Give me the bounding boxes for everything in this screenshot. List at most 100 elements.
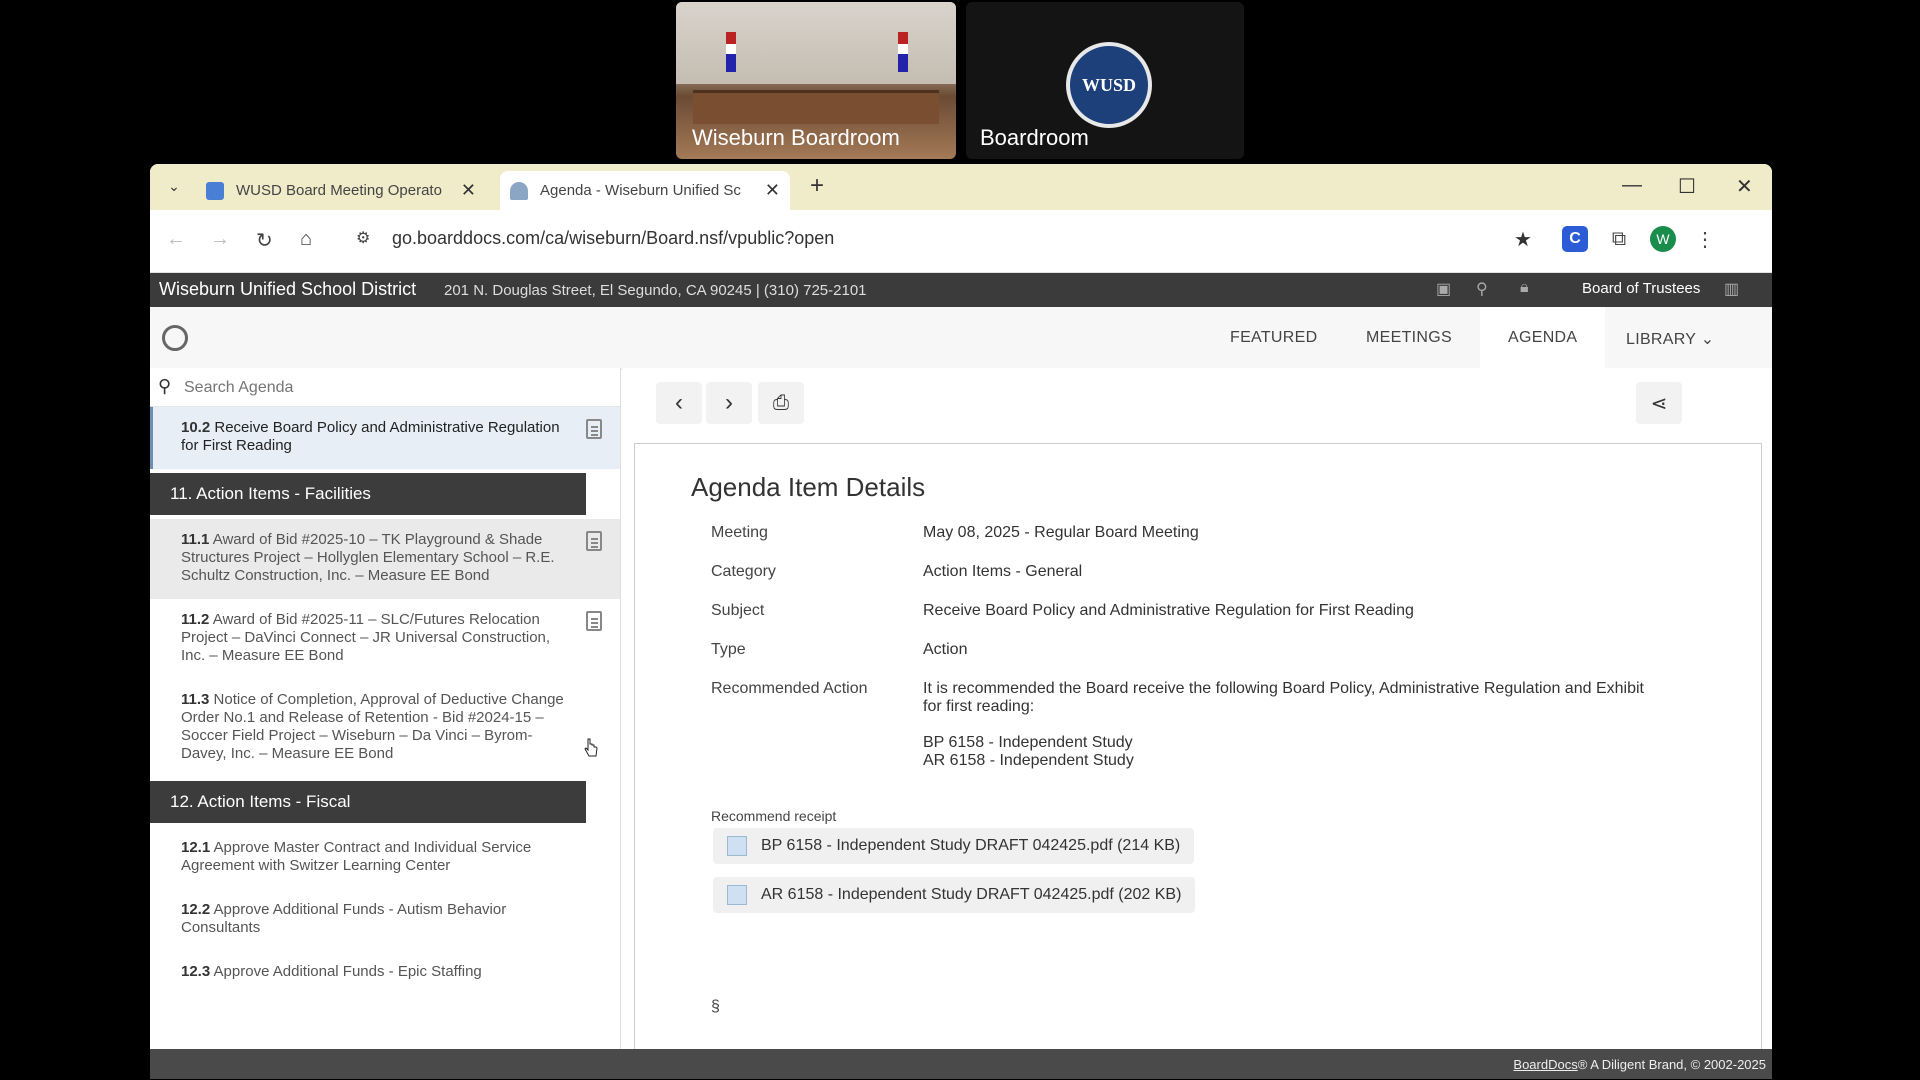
item-text: Approve Additional Funds - Autism Behavi… <box>181 901 507 936</box>
video-tile-boardroom[interactable]: WUSD Boardroom <box>966 2 1244 159</box>
extension-c-icon[interactable]: C <box>1562 226 1588 252</box>
site-header: Wiseburn Unified School District 201 N. … <box>150 273 1772 307</box>
subject-value: Receive Board Policy and Administrative … <box>923 602 1414 619</box>
recommended-action-value: It is recommended the Board receive the … <box>923 680 1644 715</box>
new-tab-icon[interactable]: + <box>810 172 824 200</box>
tile-label: Wiseburn Boardroom <box>692 125 900 150</box>
item-number: 11.1 <box>181 531 210 548</box>
agenda-item-details-panel: Agenda Item Details Meeting May 08, 2025… <box>634 443 1762 1049</box>
pdf-file-icon <box>727 885 747 905</box>
recommend-receipt-label: Recommend receipt <box>711 808 837 824</box>
share-icon[interactable]: ⋖ <box>1636 382 1682 424</box>
tile-label: Boardroom <box>980 125 1089 150</box>
url-field[interactable]: go.boarddocs.com/ca/wiseburn/Board.nsf/v… <box>392 228 834 249</box>
content-toolbar: ‹ › ⎙ ⋖ <box>622 368 1772 443</box>
attachment-bp-6158[interactable]: BP 6158 - Independent Study DRAFT 042425… <box>713 828 1195 864</box>
item-text: Receive Board Policy and Administrative … <box>181 419 560 454</box>
flag-image <box>726 32 736 72</box>
subject-label: Subject <box>711 602 765 619</box>
close-icon[interactable]: ✕ <box>461 180 476 201</box>
agenda-sidebar: ⚲ 10.2 Receive Board Policy and Administ… <box>150 368 621 1049</box>
type-label: Type <box>711 641 746 658</box>
tab-agenda[interactable]: Agenda - Wiseburn Unified Sc ✕ <box>500 171 790 210</box>
chevron-down-icon: ⌄ <box>1700 331 1715 348</box>
nav-library[interactable]: LIBRARY ⌄ <box>1626 329 1714 349</box>
close-window-icon[interactable]: ✕ <box>1736 174 1753 199</box>
minimize-icon[interactable]: — <box>1622 174 1642 197</box>
category-label: Category <box>711 563 776 580</box>
document-icon[interactable] <box>586 611 602 631</box>
meeting-label: Meeting <box>711 524 768 541</box>
item-text: Award of Bid #2025-10 – TK Playground & … <box>181 531 555 584</box>
address-toolbar: ← → ↻ ⌂ ⚙ go.boarddocs.com/ca/wiseburn/B… <box>150 210 1772 273</box>
category-value: Action Items - General <box>923 563 1083 580</box>
ar-line: AR 6158 - Independent Study <box>923 752 1134 769</box>
section-header-facilities[interactable]: 11. Action Items - Facilities <box>150 473 586 515</box>
item-text: Notice of Completion, Approval of Deduct… <box>181 691 564 762</box>
document-icon[interactable] <box>586 419 602 439</box>
boarddocs-logo-icon[interactable] <box>162 325 188 351</box>
docs-icon <box>206 181 224 200</box>
menu-kebab-icon[interactable]: ⋮ <box>1692 226 1718 252</box>
agenda-item-10-2[interactable]: 10.2 Receive Board Policy and Administra… <box>150 407 620 469</box>
attachment-ar-6158[interactable]: AR 6158 - Independent Study DRAFT 042425… <box>713 877 1196 913</box>
agenda-item-12-3[interactable]: 12.3 Approve Additional Funds - Epic Sta… <box>150 951 620 995</box>
district-name[interactable]: Wiseburn Unified School District <box>159 279 416 300</box>
home-icon[interactable]: ▣ <box>1436 279 1451 299</box>
item-text: Award of Bid #2025-11 – SLC/Futures Relo… <box>181 611 551 664</box>
section-mark: § <box>711 998 720 1015</box>
search-input[interactable] <box>182 374 586 402</box>
reload-icon[interactable]: ↻ <box>256 228 273 253</box>
forward-icon[interactable]: → <box>210 228 230 251</box>
nav-agenda[interactable]: AGENDA <box>1480 307 1606 369</box>
wusd-logo: WUSD <box>1066 42 1152 128</box>
site-info-icon[interactable]: ⚙ <box>356 228 370 248</box>
profile-avatar[interactable]: W <box>1650 226 1676 252</box>
recommended-action-label: Recommended Action <box>711 680 868 697</box>
extensions-puzzle-icon[interactable]: ⧉ <box>1606 226 1632 252</box>
item-number: 10.2 <box>181 419 211 436</box>
tab-search-chevron-icon[interactable]: ⌄ <box>162 174 186 198</box>
nav-featured[interactable]: FEATURED <box>1230 329 1317 347</box>
close-icon[interactable]: ✕ <box>765 180 780 201</box>
main-nav: FEATURED MEETINGS AGENDA LIBRARY ⌄ <box>150 307 1772 370</box>
meeting-value: May 08, 2025 - Regular Board Meeting <box>923 524 1199 541</box>
agenda-item-11-1[interactable]: 11.1 Award of Bid #2025-10 – TK Playgrou… <box>150 519 620 599</box>
tab-title: Agenda - Wiseburn Unified Sc <box>540 182 741 199</box>
previous-item-icon[interactable]: ‹ <box>656 382 702 424</box>
video-tile-wiseburn-boardroom[interactable]: Wiseburn Boardroom <box>676 2 956 159</box>
section-header-fiscal[interactable]: 12. Action Items - Fiscal <box>150 781 586 823</box>
nav-library-label: LIBRARY <box>1626 331 1696 348</box>
flag-image <box>898 32 908 72</box>
agenda-item-12-1[interactable]: 12.1 Approve Master Contract and Individ… <box>150 827 620 889</box>
lock-icon[interactable]: 🔒︎ <box>1520 279 1529 297</box>
maximize-icon[interactable]: ☐ <box>1678 174 1696 199</box>
tab-wusd-board-meeting[interactable]: WUSD Board Meeting Operato ✕ <box>196 171 486 210</box>
nav-meetings[interactable]: MEETINGS <box>1366 329 1452 347</box>
dais-table <box>692 89 940 125</box>
boarddocs-link[interactable]: BoardDocs <box>1513 1057 1577 1072</box>
item-number: 11.3 <box>181 691 210 708</box>
hand-cursor-icon <box>584 738 598 757</box>
next-item-icon[interactable]: › <box>706 382 752 424</box>
print-icon[interactable]: ⎙ <box>758 382 804 424</box>
room-wall <box>676 2 956 84</box>
agenda-item-12-2[interactable]: 12.2 Approve Additional Funds - Autism B… <box>150 889 620 951</box>
item-number: 12.2 <box>181 901 211 918</box>
item-text: Approve Additional Funds - Epic Staffing <box>213 963 482 980</box>
item-number: 11.2 <box>181 611 210 628</box>
back-icon[interactable]: ← <box>166 228 186 251</box>
board-selector[interactable]: Board of Trustees <box>1582 280 1700 297</box>
details-title: Agenda Item Details <box>691 472 926 502</box>
item-text: Approve Master Contract and Individual S… <box>181 839 532 874</box>
agenda-item-11-2[interactable]: 11.2 Award of Bid #2025-11 – SLC/Futures… <box>150 599 620 679</box>
document-icon[interactable] <box>586 531 602 551</box>
agenda-item-11-3[interactable]: 11.3 Notice of Completion, Approval of D… <box>150 679 620 777</box>
building-icon[interactable]: ▥ <box>1724 279 1739 299</box>
home-icon[interactable]: ⌂ <box>300 228 312 251</box>
bookmark-star-icon[interactable]: ★ <box>1510 226 1536 252</box>
attachment-label: AR 6158 - Independent Study DRAFT 042425… <box>761 886 1182 903</box>
search-icon[interactable]: ⚲ <box>1476 279 1488 299</box>
search-icon: ⚲ <box>158 376 172 396</box>
boarddocs-icon <box>510 181 528 200</box>
